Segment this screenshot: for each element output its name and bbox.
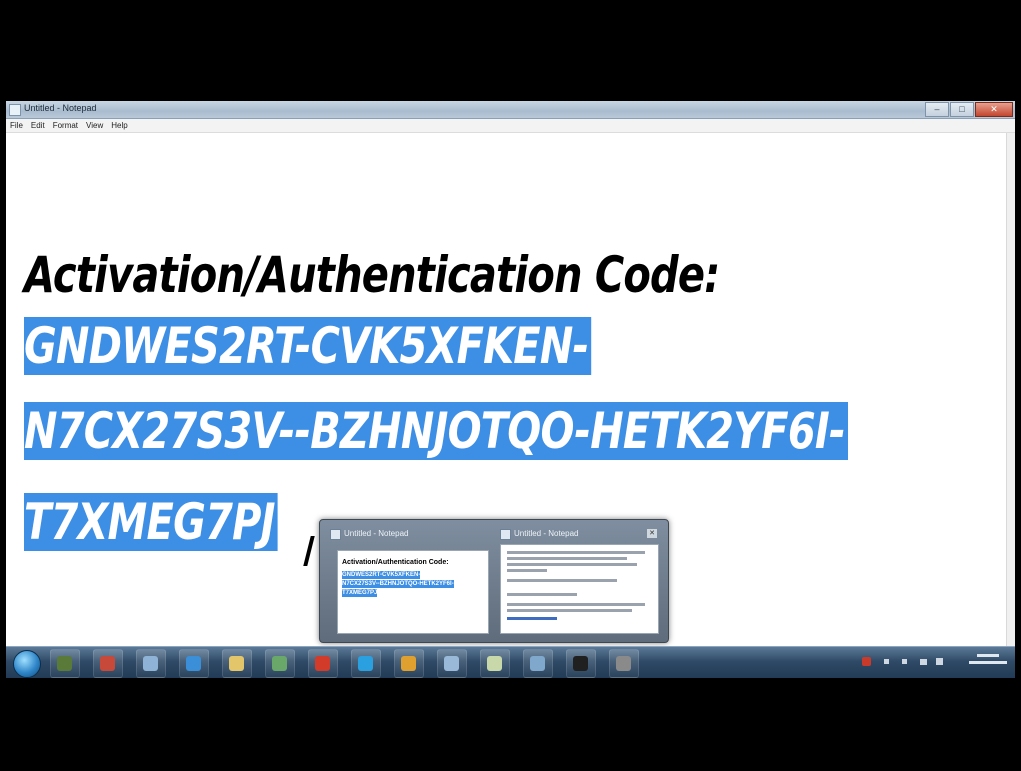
arrow-icon[interactable]: [884, 659, 889, 664]
menu-view[interactable]: View: [86, 119, 103, 132]
mini-text-line: [507, 557, 627, 560]
close-button[interactable]: ✕: [975, 102, 1013, 117]
taskbar-app-button[interactable]: [523, 649, 553, 678]
terminal-icon: [573, 656, 588, 671]
notepad-icon: [330, 529, 341, 540]
code-line-1-wrap: GNDWES2RT-CVK5XFKEN-: [24, 316, 592, 376]
notepad-icon: [487, 656, 502, 671]
mini-link: [507, 617, 557, 620]
thumbnail-close-button[interactable]: ✕: [647, 529, 657, 538]
thumbnail-header: Untitled - Notepad ✕: [496, 526, 661, 542]
menu-bar: File Edit Format View Help: [6, 119, 1015, 133]
maximize-button[interactable]: □: [950, 102, 974, 117]
taskbar-app-button[interactable]: [437, 649, 467, 678]
taskbar-thumbnail-preview: Untitled - Notepad Activation/Authentica…: [319, 519, 669, 643]
text-cursor: [303, 536, 315, 566]
thumbnail-header: Untitled - Notepad: [326, 526, 491, 542]
notepad-title-bar[interactable]: Untitled - Notepad – □ ✕: [6, 101, 1015, 119]
taskbar-app-button[interactable]: [566, 649, 596, 678]
menu-format[interactable]: Format: [53, 119, 78, 132]
thumbnail-notepad-1[interactable]: Untitled - Notepad Activation/Authentica…: [326, 526, 491, 636]
code-heading: Activation/Authentication Code:: [24, 246, 720, 304]
media-icon: [100, 656, 115, 671]
taskbar-app-button[interactable]: [394, 649, 424, 678]
code-line-3-wrap: T7XMEG7PJ: [24, 492, 278, 552]
skype-icon: [358, 656, 373, 671]
camera-icon: [272, 656, 287, 671]
network-icon: [530, 656, 545, 671]
folder-icon: [229, 656, 244, 671]
mini-code-line-2: N7CX27S3V--BZHNJOTQO-HETK2YF6I-: [342, 580, 454, 588]
minecraft-icon: [57, 656, 72, 671]
menu-edit[interactable]: Edit: [31, 119, 45, 132]
mini-text-line: [507, 563, 637, 566]
signal-icon[interactable]: [920, 659, 927, 665]
taskbar-app-button[interactable]: [50, 649, 80, 678]
window-controls: – □ ✕: [925, 102, 1013, 117]
thumbnail-notepad-2[interactable]: Untitled - Notepad ✕: [496, 526, 661, 636]
taskbar-app-button[interactable]: [222, 649, 252, 678]
mini-text-line: [507, 569, 547, 572]
code-line-2-wrap: N7CX27S3V--BZHNJOTQO-HETK2YF6I-: [24, 401, 848, 461]
notepad-icon: [500, 529, 511, 540]
system-tray: [850, 647, 1015, 678]
taskbar-app-button[interactable]: [480, 649, 510, 678]
clock[interactable]: [969, 650, 1007, 664]
minimize-button[interactable]: –: [925, 102, 949, 117]
code-line-1[interactable]: GNDWES2RT-CVK5XFKEN-: [24, 317, 592, 375]
taskbar-app-button[interactable]: [308, 649, 338, 678]
explorer-window-icon: [143, 656, 158, 671]
network-tray-icon[interactable]: [936, 658, 943, 665]
code-line-3[interactable]: T7XMEG7PJ: [24, 493, 278, 551]
mini-text-line: [507, 603, 645, 606]
code-line-2[interactable]: N7CX27S3V--BZHNJOTQO-HETK2YF6I-: [24, 402, 848, 460]
record-icon: [315, 656, 330, 671]
desktop-screen: Untitled - Notepad – □ ✕ File Edit Forma…: [6, 101, 1015, 678]
window-title: Untitled - Notepad: [24, 103, 97, 113]
taskbar-app-button[interactable]: [93, 649, 123, 678]
taskbar-app-button[interactable]: [136, 649, 166, 678]
mini-heading: Activation/Authentication Code:: [342, 559, 449, 566]
mini-text-line: [507, 551, 645, 554]
taskbar-app-button[interactable]: [265, 649, 295, 678]
chrome-icon: [401, 656, 416, 671]
mini-code-line-1: GNDWES2RT-CVK5XFKEN-: [342, 571, 421, 579]
mini-text-line: [507, 579, 617, 582]
thumbnail-title: Untitled - Notepad: [344, 529, 409, 538]
mini-text-line: [507, 593, 577, 596]
thumbnail-title: Untitled - Notepad: [514, 529, 579, 538]
thumbnail-content: [500, 544, 659, 634]
menu-file[interactable]: File: [10, 119, 23, 132]
vertical-scrollbar[interactable]: [1006, 133, 1015, 646]
flag-icon[interactable]: [862, 657, 871, 666]
taskbar-app-button[interactable]: [179, 649, 209, 678]
start-button[interactable]: [13, 650, 41, 678]
notepad-icon: [9, 104, 21, 116]
menu-help[interactable]: Help: [111, 119, 127, 132]
taskbar: [6, 646, 1015, 678]
mini-code-line-3: T7XMEG7PJ: [342, 589, 378, 597]
taskbar-app-button[interactable]: [609, 649, 639, 678]
mini-text-line: [507, 609, 632, 612]
paint-icon: [444, 656, 459, 671]
steam-icon: [616, 656, 631, 671]
volume-icon[interactable]: [902, 659, 907, 664]
chrome-like-icon: [186, 656, 201, 671]
taskbar-app-button[interactable]: [351, 649, 381, 678]
thumbnail-content: Activation/Authentication Code: GNDWES2R…: [337, 550, 489, 634]
